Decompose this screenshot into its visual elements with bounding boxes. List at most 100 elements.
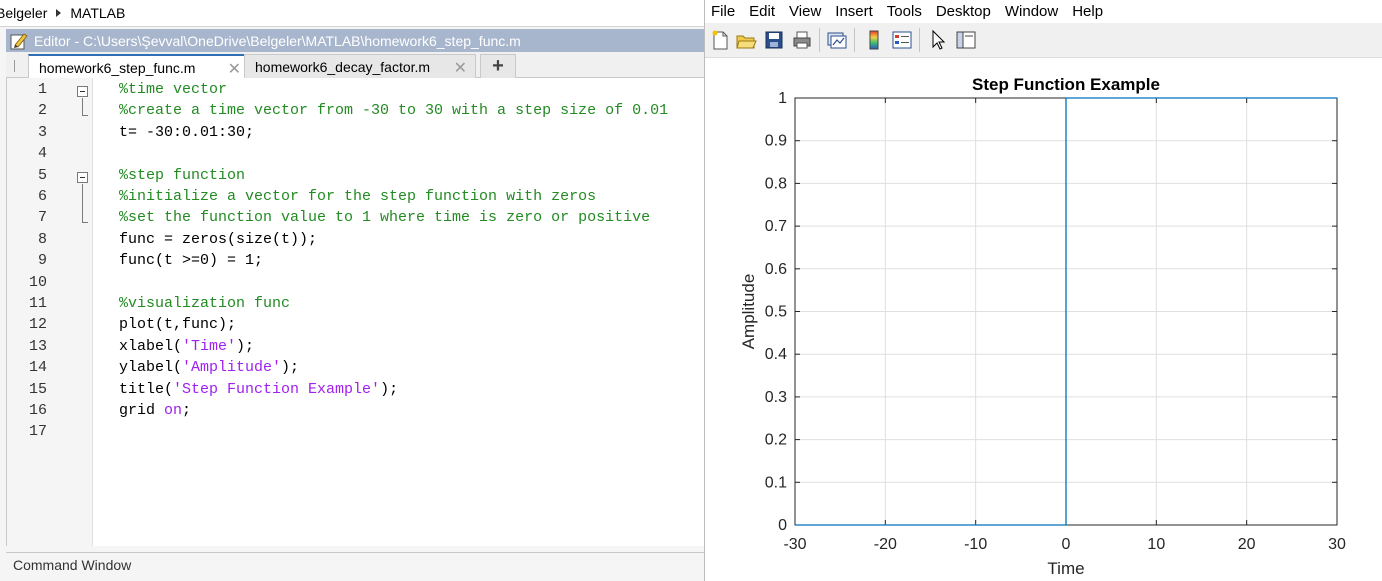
open-file-icon[interactable]: [735, 29, 757, 51]
y-tick-label: 0.7: [765, 218, 787, 235]
y-tick-label: 0.4: [765, 346, 787, 363]
code-line[interactable]: t= -30:0.01:30;: [119, 124, 254, 141]
code-string: on: [164, 402, 183, 419]
code-line[interactable]: %create a time vector from -30 to 30 wit…: [119, 102, 668, 119]
line-number: 9: [37, 252, 47, 270]
x-axis-label: Time: [1047, 559, 1084, 578]
line-number: 2: [37, 102, 47, 120]
code-line[interactable]: title('Step Function Example');: [119, 381, 398, 398]
code-text: );: [281, 359, 300, 377]
code-text: ylabel(: [119, 359, 183, 377]
editor-titlebar: Editor - C:\Users\Şevval\OneDrive\Belgel…: [6, 29, 704, 52]
code-line[interactable]: %time vector: [119, 81, 227, 98]
y-tick-label: 0.5: [765, 304, 787, 321]
code-text: plot(t,func);: [119, 316, 237, 334]
code-string: 'Amplitude': [182, 359, 282, 377]
insert-legend-icon[interactable]: [891, 29, 913, 51]
code-text: func = zeros(size(t));: [119, 230, 318, 248]
figure-menubar: File Edit View Insert Tools Desktop Wind…: [705, 0, 1382, 23]
y-tick-label: 0: [778, 517, 787, 534]
menu-view[interactable]: View: [783, 3, 829, 20]
fold-guide: [82, 98, 83, 116]
menu-window[interactable]: Window: [999, 3, 1066, 20]
y-tick-label: 0.8: [765, 175, 787, 192]
figure-window: File Edit View Insert Tools Desktop Wind…: [704, 0, 1382, 581]
line-number: 16: [28, 402, 47, 419]
line-number: 17: [28, 423, 47, 441]
x-tick-label: -10: [964, 536, 987, 553]
code-text: xlabel(: [119, 337, 183, 355]
menu-help[interactable]: Help: [1066, 3, 1111, 20]
line-number: 11: [28, 295, 47, 312]
breadcrumb: Belgeler MATLAB: [0, 0, 704, 27]
breadcrumb-item-matlab[interactable]: MATLAB: [70, 5, 125, 21]
x-tick-label: 10: [1147, 536, 1165, 553]
edit-plot-cursor-icon[interactable]: [927, 29, 949, 51]
fold-toggle-icon[interactable]: [77, 171, 88, 183]
code-comment: %create a time vector from -30 to 30 wit…: [119, 102, 669, 120]
y-tick-label: 1: [778, 90, 787, 107]
code-text: );: [380, 380, 399, 398]
code-comment: %visualization func: [119, 295, 291, 312]
y-tick-label: 0.6: [765, 261, 787, 278]
x-tick-label: 20: [1238, 536, 1256, 553]
chart-title: Step Function Example: [972, 75, 1160, 94]
add-tab-button[interactable]: +: [480, 54, 516, 78]
line-number: 6: [37, 188, 47, 205]
toolbar-separator: [819, 28, 820, 52]
code-line[interactable]: %set the function value to 1 where time …: [119, 209, 650, 226]
fold-toggle-icon[interactable]: [77, 86, 88, 97]
menu-file[interactable]: File: [705, 3, 743, 20]
line-number: 13: [28, 337, 47, 355]
breadcrumb-item-belgeler[interactable]: Belgeler: [0, 5, 47, 21]
code-editor[interactable]: 1 2 3 4 5 6 7 8 9 10 11 12 13 14 15 16 17 %time vector %c…: [6, 78, 704, 546]
menu-edit[interactable]: Edit: [743, 3, 783, 20]
code-text: ;: [182, 402, 192, 419]
line-number: 15: [28, 380, 47, 398]
code-line[interactable]: grid on;: [119, 402, 191, 419]
command-window-header[interactable]: Command Window: [6, 552, 704, 581]
line-number-gutter: 1 2 3 4 5 6 7 8 9 10 11 12 13 14 15 16 17: [7, 78, 93, 546]
code-line[interactable]: xlabel('Time');: [119, 338, 254, 355]
line-number: 12: [28, 316, 47, 334]
insert-colorbar-icon[interactable]: [863, 29, 885, 51]
y-tick-label: 0.9: [765, 133, 787, 150]
tab-homework6-decay-factor[interactable]: homework6_decay_factor.m ✕: [244, 54, 476, 78]
x-tick-label: 0: [1062, 536, 1071, 553]
command-window-label: Command Window: [13, 557, 132, 573]
code-line[interactable]: %visualization func: [119, 295, 290, 312]
code-line[interactable]: func = zeros(size(t));: [119, 231, 317, 248]
editor-pane: Belgeler MATLAB Editor - C:\Users\Şevval…: [0, 0, 704, 581]
line-number: 3: [37, 123, 47, 141]
code-line[interactable]: ylabel('Amplitude');: [119, 359, 299, 376]
new-figure-icon[interactable]: [709, 29, 731, 51]
code-line[interactable]: plot(t,func);: [119, 316, 236, 333]
y-tick-label: 0.3: [765, 389, 787, 406]
plot-tools-icon[interactable]: [955, 29, 977, 51]
line-number: 10: [28, 273, 47, 291]
print-icon[interactable]: [791, 29, 813, 51]
close-tab-icon[interactable]: ✕: [228, 59, 241, 79]
x-tick-label: -20: [874, 536, 897, 553]
code-line[interactable]: %initialize a vector for the step functi…: [119, 188, 596, 205]
y-axis-label: Amplitude: [739, 274, 758, 350]
menu-desktop[interactable]: Desktop: [930, 3, 999, 20]
line-number: 8: [37, 230, 47, 248]
code-line[interactable]: %step function: [119, 167, 245, 184]
tab-scroll-marker: [14, 60, 20, 72]
code-comment: %set the function value to 1 where time …: [119, 209, 651, 227]
tab-label: homework6_step_func.m: [39, 59, 196, 76]
code-text: t= -30:0.01:30;: [119, 123, 255, 141]
figure-canvas[interactable]: -30 -20 -10 0 10 20 30 0 0.1 0.2 0.3 0.4 0.5 0.6 0.7 0.…: [705, 58, 1382, 581]
tab-homework6-step-func[interactable]: homework6_step_func.m ✕: [28, 54, 250, 79]
menu-insert[interactable]: Insert: [829, 3, 881, 20]
toolbar-separator: [854, 28, 855, 52]
link-plot-icon[interactable]: [826, 29, 848, 51]
code-string: 'Time': [182, 337, 237, 355]
step-function-chart[interactable]: -30 -20 -10 0 10 20 30 0 0.1 0.2 0.3 0.4 0.5 0.6 0.7 0.…: [705, 58, 1382, 581]
menu-tools[interactable]: Tools: [881, 3, 930, 20]
close-tab-icon[interactable]: ✕: [454, 58, 467, 78]
save-icon[interactable]: [763, 29, 785, 51]
figure-toolbar: [705, 24, 1382, 58]
code-line[interactable]: func(t >=0) = 1;: [119, 252, 263, 269]
